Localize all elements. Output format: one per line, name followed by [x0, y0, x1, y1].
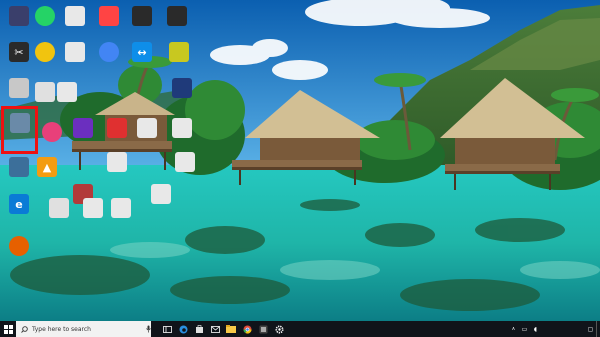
app-icon — [9, 157, 29, 177]
desktop-icon[interactable] — [168, 150, 202, 190]
show-desktop-button[interactable] — [596, 321, 600, 337]
desktop-icon[interactable] — [100, 150, 134, 190]
file-icon — [137, 118, 157, 138]
desktop-icon-label — [164, 173, 206, 187]
notification-center-button[interactable]: ▢ — [585, 321, 596, 337]
network-icon: ▭ — [521, 325, 528, 333]
desktop-icon[interactable] — [130, 116, 164, 156]
file-icon — [65, 42, 85, 62]
desktop-icon[interactable] — [125, 4, 159, 44]
search-placeholder: Type here to search — [32, 325, 91, 333]
desktop-icon[interactable]: ▲ — [30, 155, 64, 195]
file-icon — [172, 78, 192, 98]
mail-icon — [210, 325, 220, 333]
app-icon — [167, 6, 187, 26]
task-view-icon — [162, 325, 172, 333]
desktop-icon-label — [156, 27, 198, 41]
tray-item[interactable]: ◖ — [530, 321, 541, 337]
vlc-icon: ▲ — [37, 157, 57, 177]
desktop-icon[interactable]: e — [2, 192, 36, 232]
settings-gear-icon — [274, 324, 284, 334]
desktop-icon-label — [158, 63, 200, 77]
app-icon — [259, 325, 267, 333]
desktop-icon[interactable]: ↔ — [125, 40, 159, 80]
file-icon — [172, 118, 192, 138]
app-icon — [42, 122, 62, 142]
taskbar-app[interactable] — [175, 321, 191, 337]
app-icon — [73, 118, 93, 138]
show-hidden-icons-icon: ∧ — [511, 326, 516, 332]
file-icon — [111, 198, 131, 218]
task-view-button[interactable] — [159, 321, 175, 337]
desktop-icon-label — [161, 99, 203, 113]
desktop-icon[interactable] — [2, 234, 36, 274]
app-icon — [99, 6, 119, 26]
store-icon — [195, 324, 203, 333]
desktop-icon[interactable] — [66, 116, 100, 156]
desktop-icon-label — [0, 257, 40, 271]
desktop-icon[interactable] — [58, 4, 92, 44]
desktop-icon[interactable] — [165, 76, 199, 116]
chrome-icon — [99, 42, 119, 62]
desktop-icon[interactable] — [50, 80, 84, 120]
app-icon — [9, 6, 29, 26]
taskbar-app[interactable] — [255, 321, 271, 337]
search-box[interactable]: Type here to search — [16, 321, 151, 337]
taskbar-app[interactable] — [223, 321, 239, 337]
desktop-icon[interactable] — [160, 4, 194, 44]
app-icon — [132, 6, 152, 26]
file-icon — [107, 118, 127, 138]
desktop-icon-label — [140, 205, 182, 219]
tray-item[interactable]: ▭ — [519, 321, 530, 337]
microsoft-edge-icon: e — [9, 194, 29, 214]
file-icon — [107, 152, 127, 172]
desktop-icon[interactable] — [104, 196, 138, 236]
taskbar-app[interactable] — [239, 321, 255, 337]
system-tray: ∧ ▭ ◖ ▢ — [508, 321, 600, 337]
file-icon — [175, 152, 195, 172]
desktop-icon-label — [26, 178, 68, 192]
teamviewer-icon: ↔ — [132, 42, 152, 62]
file-icon — [57, 82, 77, 102]
file-icon — [83, 198, 103, 218]
desktop-icon-label — [96, 173, 138, 187]
notification-icon: ▢ — [587, 325, 594, 333]
taskbar-app[interactable] — [207, 321, 223, 337]
file-icon — [65, 6, 85, 26]
start-button[interactable] — [0, 321, 16, 337]
desktop-icon-label — [121, 63, 163, 77]
desktop-icon-label — [0, 215, 40, 229]
app-icon — [169, 42, 189, 62]
chrome-icon — [35, 42, 55, 62]
file-explorer-icon — [226, 325, 236, 333]
desktop-icon[interactable] — [58, 40, 92, 80]
chrome-icon — [242, 325, 252, 334]
windows-logo-icon — [3, 324, 13, 334]
search-icon — [21, 325, 28, 333]
taskbar-app[interactable] — [191, 321, 207, 337]
desktop-icon-grid: ✂ e ▲ ↔ — [0, 0, 600, 321]
whatsapp-icon — [35, 6, 55, 26]
desktop-icon[interactable] — [162, 40, 196, 80]
edge-icon — [179, 325, 187, 333]
taskbar-app[interactable] — [271, 321, 287, 337]
desktop-icon-label — [46, 103, 88, 117]
file-icon — [9, 78, 29, 98]
tray-item[interactable]: ∧ — [508, 321, 519, 337]
desktop-icon-label — [100, 219, 142, 233]
language-indicator[interactable] — [541, 321, 555, 337]
volume-icon: ◖ — [533, 325, 538, 333]
snipping-tool-icon: ✂ — [9, 42, 29, 62]
taskbar: Type here to search ∧ ▭ ◖ ▢ — [0, 321, 600, 337]
microphone-icon — [146, 325, 151, 333]
firefox-icon — [9, 236, 29, 256]
